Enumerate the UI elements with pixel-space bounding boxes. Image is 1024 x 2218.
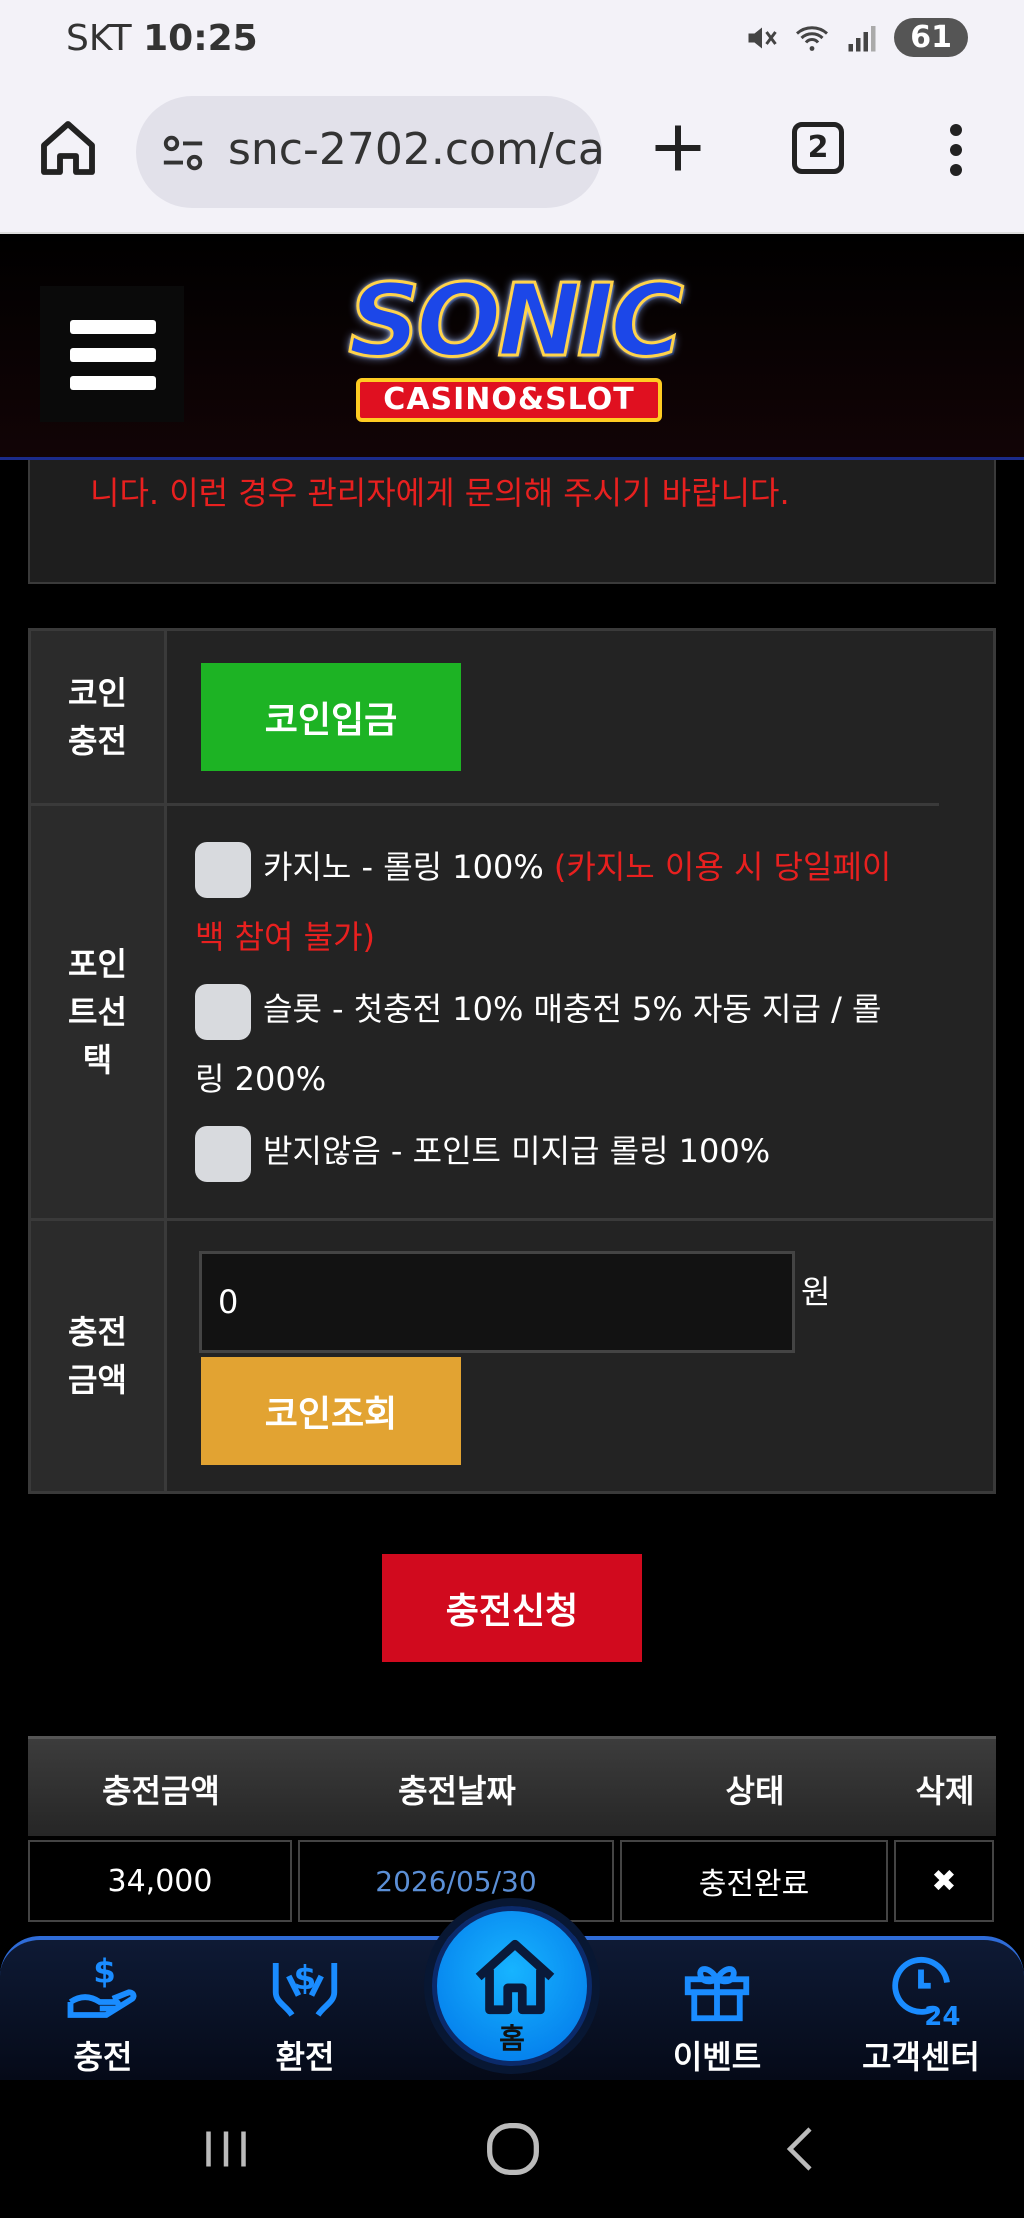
- header-status: 상태: [725, 1772, 785, 1810]
- system-nav-bar: [0, 2080, 1024, 2218]
- recents-icon[interactable]: [196, 2114, 256, 2184]
- status-bar: SKT 10:25 61: [0, 0, 1024, 80]
- amount-label: 충전 금액: [31, 1221, 167, 1491]
- header-date: 충전날짜: [398, 1772, 516, 1810]
- new-tab-icon[interactable]: [648, 118, 708, 178]
- site-header: SONIC CASINO&SLOT: [0, 234, 1024, 460]
- signal-icon: [848, 25, 876, 51]
- more-menu-icon[interactable]: [938, 120, 974, 180]
- no-point-option-label: 받지않음 - 포인트 미지급 롤링 100%: [263, 1132, 771, 1170]
- row-date: 2026/05/30: [298, 1840, 614, 1922]
- amount-input[interactable]: [199, 1251, 795, 1353]
- status-right: 61: [744, 18, 968, 57]
- slot-option-label: 슬롯 - 첫충전 10% 매충전 5% 자동 지급 / 롤 링 200%: [195, 990, 882, 1098]
- coin-lookup-button[interactable]: 코인조회: [201, 1357, 461, 1465]
- amount-row: 충전금액 원 코인조회: [31, 1221, 993, 1491]
- carrier: SKT: [66, 18, 132, 59]
- logo-sub-text: CASINO&SLOT: [356, 378, 662, 422]
- currency-unit: 원: [801, 1273, 831, 1311]
- coin-label: 코인 충전: [31, 631, 167, 803]
- browser-toolbar: snc-2702.com/ca 2: [0, 80, 1024, 234]
- site-settings-icon[interactable]: [160, 130, 206, 176]
- hamburger-menu-icon[interactable]: [40, 286, 184, 422]
- home-circle-icon[interactable]: [478, 2114, 548, 2184]
- nav-deposit[interactable]: $ 충전: [18, 1950, 188, 2080]
- deposit-form: 코인 충전 코인입금 포인 트선 택 카지노 - 롤링 100% (카지노 이용 시 …: [28, 628, 996, 1494]
- home-icon: [475, 1939, 555, 2015]
- mute-icon: [748, 27, 777, 48]
- support-24-icon: 24: [892, 1956, 960, 2032]
- nav-withdraw[interactable]: $ 환전: [220, 1950, 390, 2080]
- status-left: SKT 10:25: [66, 18, 258, 59]
- battery-level: 61: [894, 18, 968, 57]
- address-bar[interactable]: snc-2702.com/ca: [136, 96, 602, 208]
- gift-icon: [684, 1966, 750, 2022]
- deposit-request-button[interactable]: 충전신청: [382, 1554, 642, 1662]
- delete-icon[interactable]: ✖: [894, 1840, 994, 1922]
- header-delete: 삭제: [915, 1772, 975, 1810]
- clock: 10:25: [143, 18, 258, 59]
- notice-panel: 니다. 이런 경우 관리자에게 문의해 주시기 바랍니다.: [28, 460, 996, 584]
- nav-event[interactable]: 이벤트: [632, 1950, 802, 2080]
- table-header: 충전금액 충전날짜 상태 삭제: [28, 1736, 996, 1836]
- row-amount: 34,000: [28, 1840, 292, 1922]
- browser-home-icon[interactable]: [36, 116, 100, 180]
- casino-option-label: 카지노 - 롤링 100% (카지노 이용 시 당일페이 백 참여 불가): [195, 848, 892, 956]
- point-label: 포인 트선 택: [31, 806, 167, 1218]
- back-icon[interactable]: [770, 2114, 830, 2184]
- tab-switcher-button[interactable]: 2: [792, 122, 844, 174]
- notice-text: 니다. 이런 경우 관리자에게 문의해 주시기 바랍니다.: [90, 474, 790, 512]
- deposit-icon: $: [67, 1953, 137, 2018]
- logo-main-text: SONIC: [347, 261, 685, 381]
- svg-text:$: $: [93, 1953, 116, 1991]
- coin-row: 코인 충전 코인입금: [31, 631, 993, 803]
- nav-home[interactable]: 홈: [432, 1906, 592, 2066]
- row-status: 충전완료: [620, 1840, 888, 1922]
- coin-deposit-button[interactable]: 코인입금: [201, 663, 461, 771]
- withdraw-icon: $: [272, 1959, 338, 2017]
- wifi-icon: [796, 25, 829, 51]
- site-logo[interactable]: SONIC CASINO&SLOT: [296, 256, 732, 442]
- url-text: snc-2702.com/ca: [228, 124, 602, 175]
- svg-text:24: 24: [924, 2002, 960, 2028]
- point-row: 포인 트선 택 카지노 - 롤링 100% (카지노 이용 시 당일페이 백 참여 …: [31, 806, 993, 1218]
- header-amount: 충전금액: [102, 1772, 220, 1810]
- nav-support[interactable]: 24 고객센터: [836, 1950, 1006, 2080]
